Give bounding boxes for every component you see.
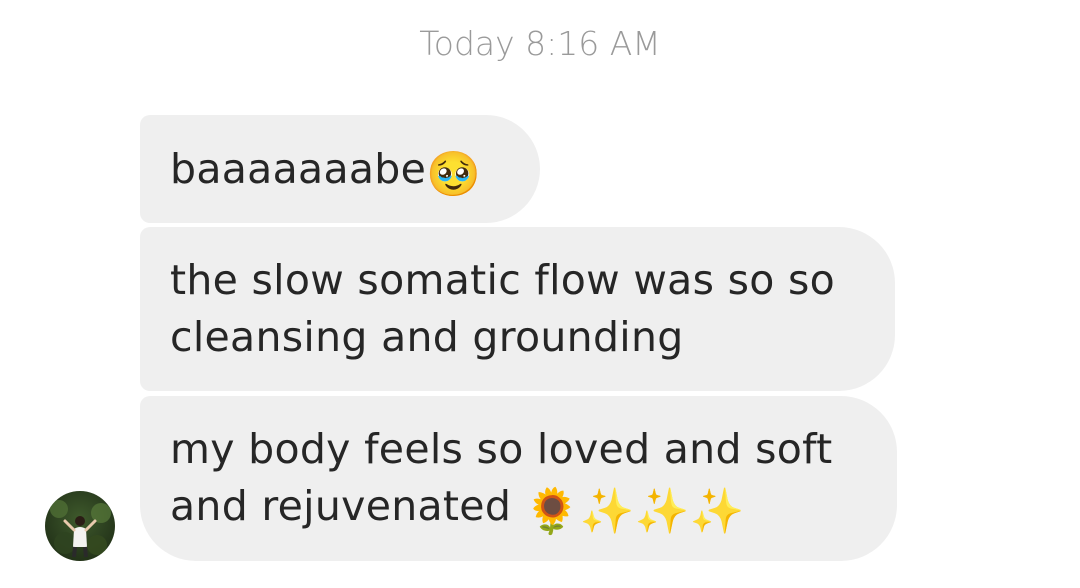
message-text: the slow somatic flow was so so cleansin…	[170, 256, 836, 361]
message-timestamp: Today 8:16 AM	[419, 24, 661, 63]
message-bubble[interactable]: the slow somatic flow was so so cleansin…	[140, 227, 895, 391]
message-bubble[interactable]: my body feels so loved and soft and reju…	[140, 396, 897, 561]
avatar-photo-icon	[50, 500, 111, 558]
pleading-face-emoji: 🥹	[426, 148, 482, 200]
sender-avatar[interactable]	[45, 491, 115, 561]
chat-thread: Today 8:16 AM baaaaaaabe🥹 the slow somat…	[0, 0, 1080, 588]
sunflower-sparkles-emoji: 🌻✨✨✨	[524, 486, 745, 537]
message-bubble[interactable]: baaaaaaabe🥹	[140, 115, 540, 223]
message-text: baaaaaaabe	[170, 144, 427, 193]
